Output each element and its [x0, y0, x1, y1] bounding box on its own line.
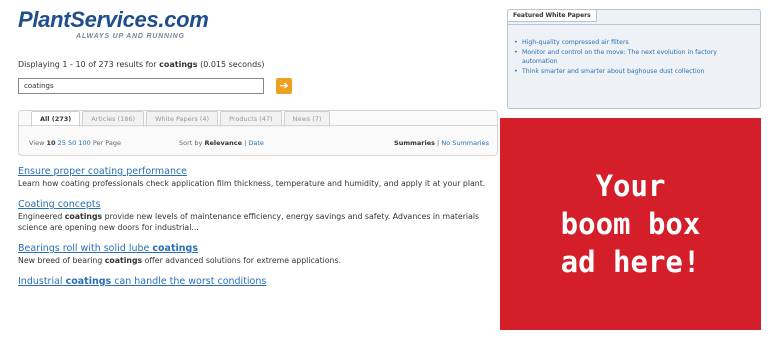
ad-text-line: boom box [560, 207, 701, 241]
result-item: Ensure proper coating performance Learn h… [18, 166, 498, 189]
per-page-prefix: View [29, 139, 45, 147]
per-page-links: 10 25 50 100 [47, 139, 93, 147]
results-summary: Displaying 1 - 10 of 273 results for coa… [18, 60, 264, 69]
featured-divider [508, 24, 760, 25]
per-page-options: View 10 25 50 100 Per Page [29, 139, 121, 147]
featured-paper-title: High-quality compressed air filters [522, 39, 629, 46]
result-desc-text: Learn how coating professionals check ap… [18, 179, 486, 188]
featured-white-papers: Featured White Papers • High-quality comp… [507, 9, 761, 109]
site-logo[interactable]: PlantServices.com ALWAYS UP AND RUNNING [18, 8, 209, 41]
result-title-keyword: coatings [152, 243, 198, 254]
ad-text: Your boom box ad here! [561, 167, 701, 281]
summary-query: coatings [159, 60, 198, 69]
result-desc-text: New breed of bearing [18, 256, 105, 265]
arrow-right-icon: ➔ [279, 79, 289, 92]
per-page-option-25[interactable]: 25 [58, 139, 66, 147]
search-results-list: Ensure proper coating performance Learn h… [18, 166, 498, 298]
summaries-active[interactable]: Summaries [394, 139, 435, 147]
summaries-separator: | [437, 139, 440, 147]
result-item: Bearings roll with solid lube coatings Ne… [18, 243, 498, 266]
result-desc-keyword: coatings [104, 256, 143, 265]
result-title-text: Ensure proper coating performance [18, 166, 188, 177]
per-page-option-100[interactable]: 100 [78, 139, 90, 147]
sort-relevance[interactable]: Relevance [204, 139, 242, 147]
bullet-icon: • [514, 68, 518, 75]
result-description: Engineered coatings provide new levels o… [18, 211, 498, 233]
bullet-icon: • [514, 49, 518, 56]
result-title-text: Bearings roll with solid lube [18, 243, 153, 254]
per-page-option-50[interactable]: 50 [68, 139, 76, 147]
result-title-text: Industrial [18, 276, 66, 287]
per-page-option-10[interactable]: 10 [47, 139, 56, 147]
result-description: Learn how coating professionals check ap… [18, 178, 498, 189]
featured-paper-link[interactable]: • High-quality compressed air filters [514, 38, 750, 47]
featured-paper-title: Think smarter and smarter about baghouse… [522, 68, 705, 75]
result-title-text: can handle the worst conditions [111, 276, 267, 287]
sort-prefix: Sort by [179, 139, 203, 147]
result-desc-text: Engineered [18, 212, 65, 221]
summary-options: Summaries | No Summaries [394, 139, 489, 147]
search-input[interactable] [18, 78, 264, 94]
featured-paper-title: Monitor and control on the move: The nex… [522, 49, 717, 65]
logo-tagline: ALWAYS UP AND RUNNING [76, 33, 185, 40]
tabs-divider [19, 125, 497, 126]
logo-title[interactable]: PlantServices.com [18, 8, 209, 32]
boom-box-ad[interactable]: Your boom box ad here! [500, 118, 761, 330]
sort-date-link[interactable]: Date [248, 139, 264, 147]
results-tabs-panel: All (273) Articles (186) White Papers (4) P… [18, 110, 498, 156]
summary-suffix: (0.015 seconds) [197, 60, 265, 69]
bullet-icon: • [514, 39, 518, 46]
search-submit-button[interactable]: ➔ [276, 78, 292, 94]
result-desc-text: offer advanced solutions for extreme app… [142, 256, 342, 265]
result-desc-keyword: coatings [64, 212, 103, 221]
result-title-link[interactable]: Industrial coatings can handle the worst… [18, 276, 498, 288]
ad-text-line: Your [595, 169, 666, 203]
result-title-text: Coating concepts [18, 199, 101, 210]
featured-list: • High-quality compressed air filters • Mon… [514, 38, 750, 77]
per-page-suffix: Per Page [92, 139, 122, 147]
result-item: Coating concepts Engineered coatings prov… [18, 199, 498, 233]
featured-heading: Featured White Papers [507, 9, 597, 22]
result-title-link[interactable]: Ensure proper coating performance [18, 166, 498, 178]
result-title-link[interactable]: Bearings roll with solid lube coatings [18, 243, 498, 255]
result-title-keyword: coatings [65, 276, 112, 287]
featured-paper-link[interactable]: • Monitor and control on the move: The ne… [514, 48, 750, 66]
sort-separator: | [244, 139, 247, 147]
result-item: Industrial coatings can handle the worst… [18, 276, 498, 288]
no-summaries-link[interactable]: No Summaries [441, 139, 489, 147]
summary-prefix: Displaying 1 - 10 of 273 results for [18, 60, 160, 69]
featured-paper-link[interactable]: • Think smarter and smarter about baghous… [514, 67, 750, 76]
result-description: New breed of bearing coatings offer adva… [18, 255, 498, 266]
ad-text-line: ad here! [560, 245, 701, 279]
result-title-link[interactable]: Coating concepts [18, 199, 498, 211]
sort-options: Sort by Relevance | Date [179, 139, 264, 147]
